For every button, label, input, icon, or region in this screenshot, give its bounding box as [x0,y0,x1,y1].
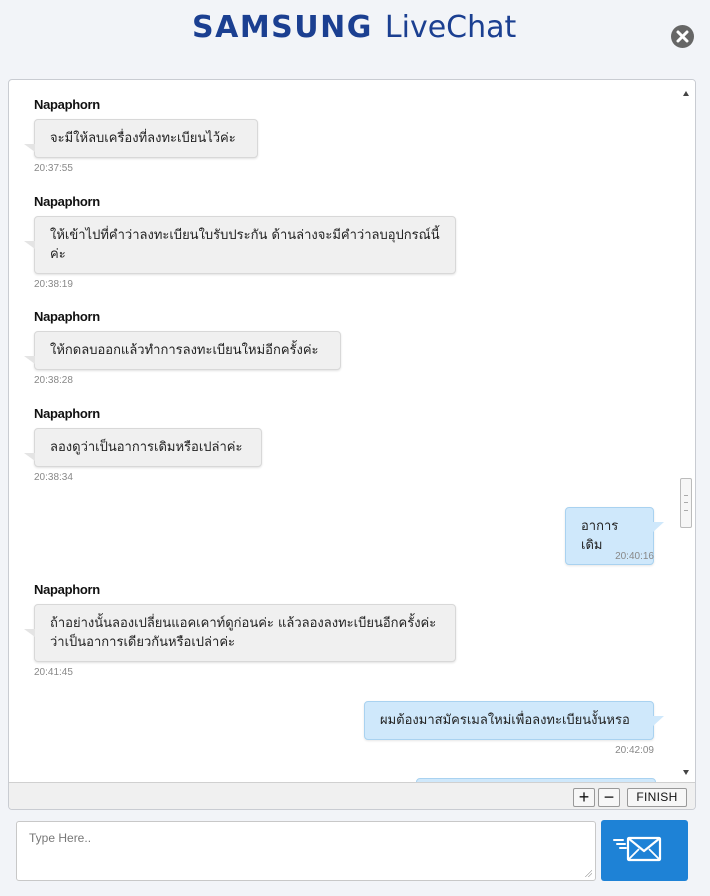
zoom-in-button[interactable]: + [573,788,595,807]
agent-bubble: ลองดูว่าเป็นอาการเดิมหรือเปล่าค่ะ [24,428,262,467]
send-button[interactable] [601,820,688,881]
samsung-livechat-logo: SAMSUNG LiveChat [192,10,516,50]
timestamp: 20:38:28 [34,375,73,386]
scrollbar[interactable] [679,80,695,782]
message-list: Napaphorn จะมีให้ลบเครื่องที่ลงทะเบียนไว… [9,80,679,782]
timestamp: 20:38:19 [34,279,73,290]
sender-name: Napaphorn [34,309,100,324]
chat-window: Napaphorn จะมีให้ลบเครื่องที่ลงทะเบียนไว… [8,79,696,810]
resize-grip-icon[interactable] [584,869,592,877]
scroll-up-arrow-icon[interactable] [683,91,689,96]
scroll-down-arrow-icon[interactable] [683,770,689,775]
logo-brand: SAMSUNG [192,10,373,45]
chat-header: SAMSUNG LiveChat [0,0,710,62]
message-input-box[interactable] [16,821,596,881]
timestamp: 20:37:55 [34,163,73,174]
agent-bubble: ถ้าอย่างนั้นลองเปลี่ยนแอคเคาท์ดูก่อนค่ะ … [24,604,456,662]
logo-product: LiveChat [384,10,517,45]
finish-button[interactable]: FINISH [627,788,687,807]
message-input[interactable] [17,822,595,880]
agent-bubble: ให้กดลบออกแล้วทำการลงทะเบียนใหม่อีกครั้ง… [24,331,341,370]
zoom-out-button[interactable]: − [598,788,620,807]
agent-bubble: ให้เข้าไปที่คำว่าลงทะเบียนใบรับประกัน ด้… [24,216,456,274]
close-icon[interactable] [671,25,694,48]
sender-name: Napaphorn [34,406,100,421]
timestamp: 20:42:09 [615,745,654,756]
sender-name: Napaphorn [34,582,100,597]
scroll-thumb[interactable] [680,478,692,528]
chat-toolbar: + − FINISH [9,782,695,809]
user-bubble: ผมต้องมาสมัครเมลใหม่เพื่อลงทะเบียนงั้นหร… [364,701,664,740]
agent-bubble: จะมีให้ลบเครื่องที่ลงทะเบียนไว้ค่ะ [24,119,258,158]
sender-name: Napaphorn [34,97,100,112]
envelope-send-icon [613,836,662,862]
timestamp: 20:40:16 [615,551,654,562]
sender-name: Napaphorn [34,194,100,209]
timestamp: 20:41:45 [34,667,73,678]
timestamp: 20:38:34 [34,472,73,483]
